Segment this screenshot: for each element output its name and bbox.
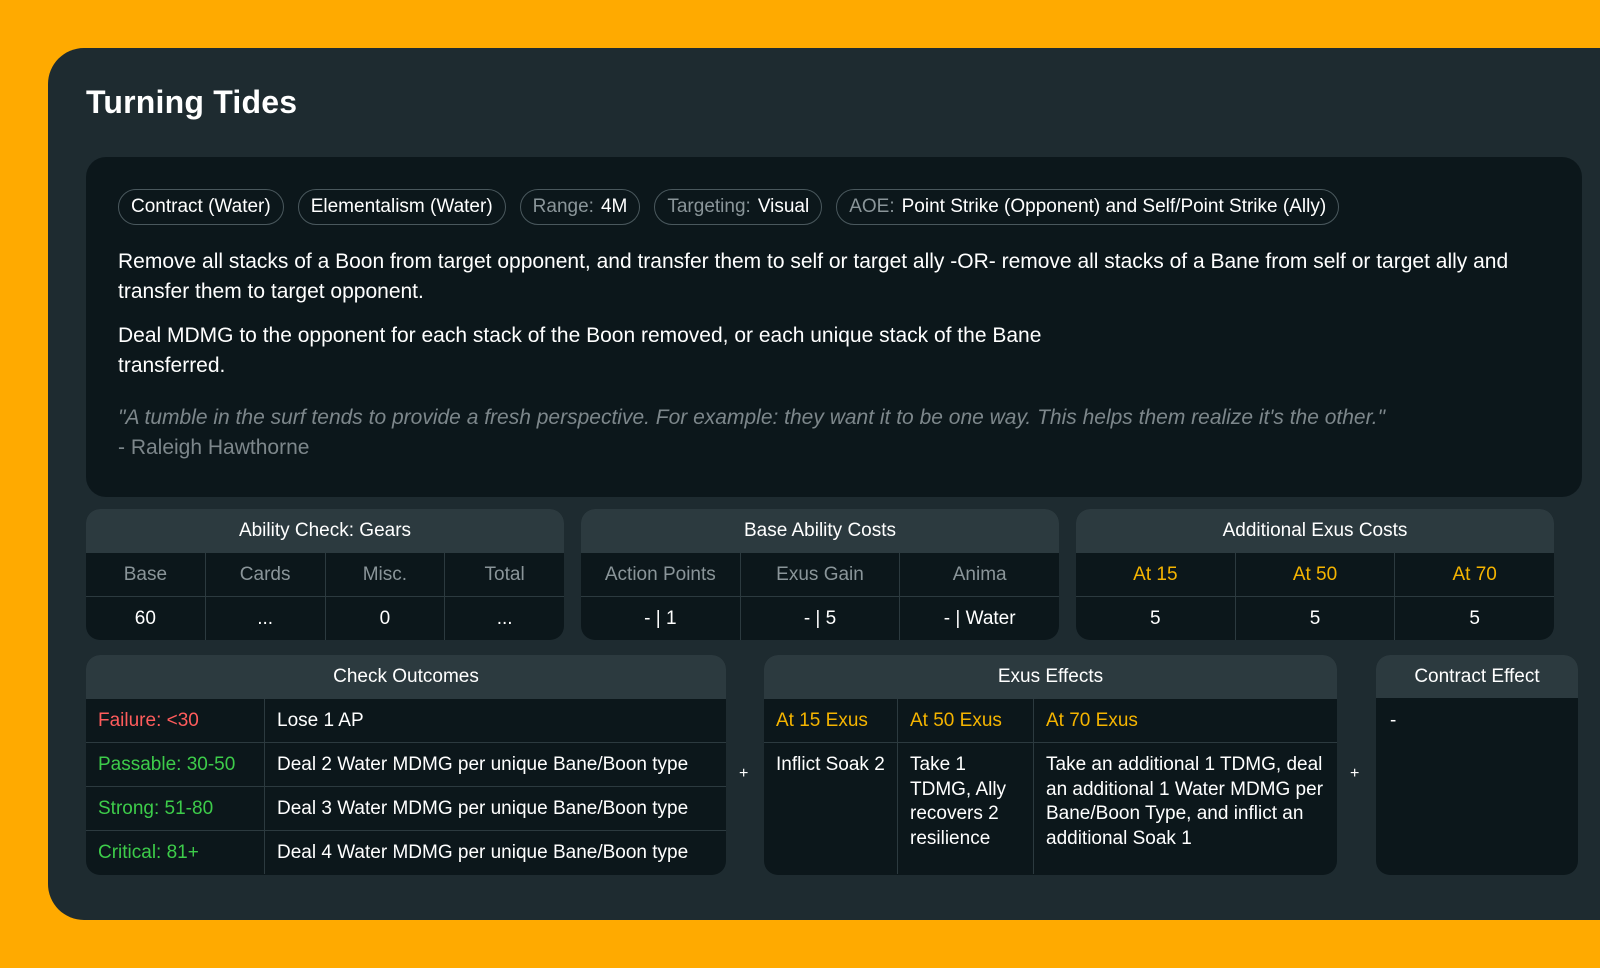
column-header: Misc. — [325, 552, 446, 596]
ability-check-table: Ability Check: Gears Base Cards Misc. To… — [86, 509, 564, 640]
tag-key: Targeting: — [667, 196, 751, 217]
table-value-row: 60 ... 0 ... — [86, 596, 564, 640]
tag-range: Range: 4M — [519, 189, 641, 225]
quote-author: - Raleigh Hawthorne — [118, 436, 310, 459]
value-cell: 5 — [1395, 596, 1554, 640]
contract-effect-table: Contract Effect - — [1376, 655, 1578, 875]
column-header: Base — [86, 552, 206, 596]
column-header: Anima — [900, 552, 1059, 596]
table-header: Additional Exus Costs — [1076, 509, 1554, 552]
check-outcomes-table: Check Outcomes Failure: <30 Lose 1 AP Pa… — [86, 655, 726, 875]
description-paragraph: Deal MDMG to the opponent for each stack… — [118, 324, 1042, 377]
tag-school: Contract (Water) — [118, 189, 284, 225]
table-row: Failure: <30 Lose 1 AP — [86, 698, 726, 742]
additional-costs-table: Additional Exus Costs At 15 At 50 At 70 … — [1076, 509, 1554, 640]
ability-description: Remove all stacks of a Boon from target … — [118, 247, 1548, 395]
quote-text: "A tumble in the surf tends to provide a… — [118, 406, 1386, 429]
outcome-label: Failure: <30 — [86, 698, 265, 742]
tag-targeting: Targeting: Visual — [654, 189, 823, 225]
value-cell: Take an additional 1 TDMG, deal an addit… — [1034, 742, 1337, 874]
column-header: Exus Gain — [740, 552, 901, 596]
column-header: At 70 Exus — [1034, 698, 1337, 742]
exus-effects-table: Exus Effects At 15 Exus At 50 Exus At 70… — [764, 655, 1337, 875]
tag-aoe: AOE: Point Strike (Opponent) and Self/Po… — [836, 189, 1340, 225]
base-costs-table: Base Ability Costs Action Points Exus Ga… — [581, 509, 1059, 640]
outcome-effect: Deal 3 Water MDMG per unique Bane/Boon t… — [265, 786, 726, 830]
value-cell: ... — [205, 596, 326, 640]
outcome-effect: Deal 2 Water MDMG per unique Bane/Boon t… — [265, 742, 726, 786]
outcome-label: Critical: 81+ — [86, 830, 265, 874]
table-column-row: At 15 At 50 At 70 — [1076, 552, 1554, 596]
table-value-row: Inflict Soak 2 Take 1 TDMG, Ally recover… — [764, 742, 1337, 874]
tag-value: Contract (Water) — [131, 196, 271, 217]
table-header: Check Outcomes — [86, 655, 726, 698]
tag-value: Visual — [757, 196, 810, 217]
table-header: Base Ability Costs — [581, 509, 1059, 552]
table-row: Strong: 51-80 Deal 3 Water MDMG per uniq… — [86, 786, 726, 830]
outcome-effect: Deal 4 Water MDMG per unique Bane/Boon t… — [265, 830, 726, 874]
tag-value: 4M — [600, 196, 628, 217]
flavor-quote: "A tumble in the surf tends to provide a… — [118, 403, 1558, 463]
column-header: Cards — [205, 552, 326, 596]
value-cell: - | 1 — [581, 596, 741, 640]
tag-key: AOE: — [849, 196, 895, 217]
table-column-row: Base Cards Misc. Total — [86, 552, 564, 596]
value-cell: 60 — [86, 596, 206, 640]
page-title: Turning Tides — [86, 84, 298, 120]
value-cell: 5 — [1076, 596, 1236, 640]
value-cell: 0 — [325, 596, 446, 640]
value-cell: - | Water — [900, 596, 1059, 640]
plus-separator: + — [1350, 765, 1360, 782]
value-cell: ... — [445, 596, 564, 640]
tag-key: Range: — [532, 196, 594, 217]
table-header: Ability Check: Gears — [86, 509, 564, 552]
column-header: At 15 Exus — [764, 698, 898, 742]
column-header: At 70 — [1395, 552, 1554, 596]
value-cell: Inflict Soak 2 — [764, 742, 898, 874]
column-header: At 50 — [1235, 552, 1396, 596]
table-column-row: Action Points Exus Gain Anima — [581, 552, 1059, 596]
table-value-row: 5 5 5 — [1076, 596, 1554, 640]
table-row: Critical: 81+ Deal 4 Water MDMG per uniq… — [86, 830, 726, 874]
table-column-row: At 15 Exus At 50 Exus At 70 Exus — [764, 698, 1337, 742]
column-header: At 50 Exus — [898, 698, 1034, 742]
description-paragraph: Remove all stacks of a Boon from target … — [118, 250, 1509, 303]
outcome-effect: Lose 1 AP — [265, 698, 726, 742]
table-row: Passable: 30-50 Deal 2 Water MDMG per un… — [86, 742, 726, 786]
value-cell: Take 1 TDMG, Ally recovers 2 resilience — [898, 742, 1034, 874]
value-cell: - | 5 — [740, 596, 901, 640]
tag-list: Contract (Water) Elementalism (Water) Ra… — [118, 189, 1340, 225]
value-cell: 5 — [1235, 596, 1396, 640]
table-header: Exus Effects — [764, 655, 1337, 698]
table-header: Contract Effect — [1376, 655, 1578, 698]
description-panel: Contract (Water) Elementalism (Water) Ra… — [86, 157, 1582, 497]
outcome-label: Strong: 51-80 — [86, 786, 265, 830]
table-value-row: - | 1 - | 5 - | Water — [581, 596, 1059, 640]
outcome-label: Passable: 30-50 — [86, 742, 265, 786]
tag-discipline: Elementalism (Water) — [297, 189, 506, 225]
plus-separator: + — [739, 765, 749, 782]
column-header: Action Points — [581, 552, 741, 596]
tag-value: Elementalism (Water) — [310, 196, 493, 217]
column-header: At 15 — [1076, 552, 1236, 596]
column-header: Total — [445, 552, 564, 596]
tag-value: Point Strike (Opponent) and Self/Point S… — [901, 196, 1327, 217]
contract-effect-value: - — [1390, 710, 1397, 731]
